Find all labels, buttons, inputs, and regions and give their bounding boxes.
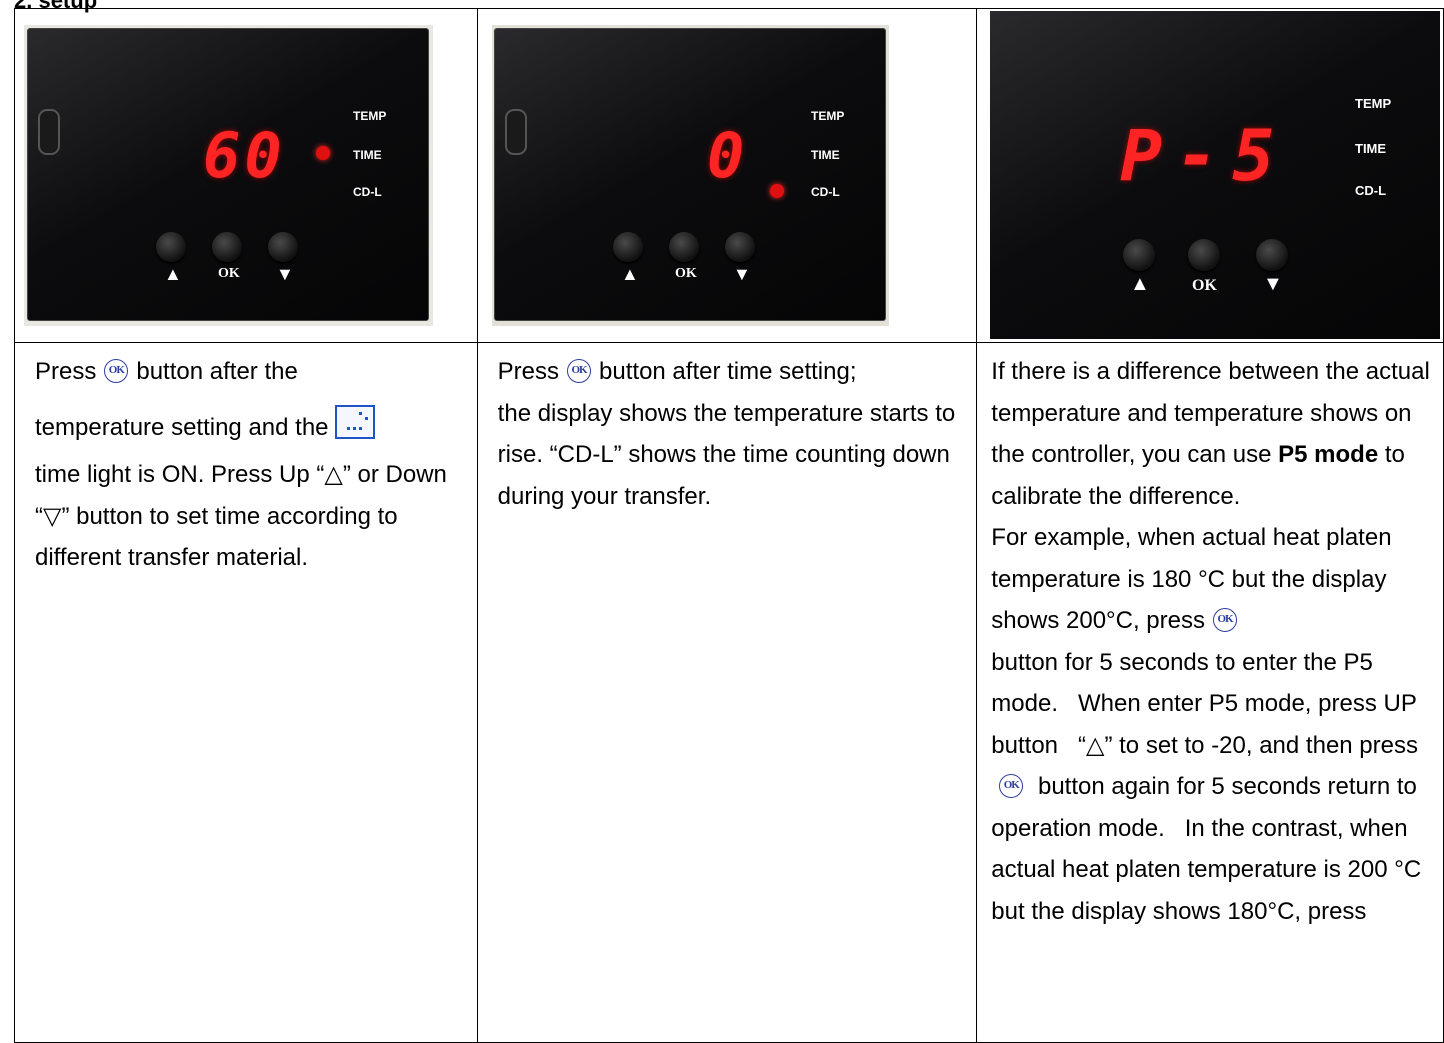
step-text-calibration: If there is a difference between the act… (991, 358, 1430, 925)
text-cell-1: Press OK button after the temperature sett… (14, 342, 478, 1043)
ok-button (669, 232, 699, 262)
up-arrow-icon: ▲ (621, 264, 639, 284)
label-temp: TEMP (353, 109, 387, 123)
indicator-led (316, 146, 330, 160)
down-arrow-icon: ▼ (1263, 273, 1283, 295)
up-button (1123, 239, 1155, 271)
ok-button-icon: OK (567, 359, 592, 383)
step-text-heating: Press OK button after time setting; the di… (497, 358, 956, 510)
mount-clip (38, 109, 60, 155)
label-time: TIME (353, 148, 382, 162)
label-time: TIME (1355, 141, 1387, 156)
control-panel: 0 TEMP TIME CD-L ▲ OK ▼ (494, 28, 886, 321)
controller-photo-2: 0 TEMP TIME CD-L ▲ OK ▼ (492, 25, 889, 326)
down-arrow-icon: ▼ (733, 264, 751, 284)
up-arrow-icon: ▲ (164, 264, 182, 284)
digit-display: P-5 (1120, 115, 1289, 197)
ok-label: OK (218, 266, 240, 281)
ok-label: OK (1192, 277, 1217, 294)
down-button (268, 232, 298, 262)
ok-button-icon: OK (104, 359, 129, 383)
control-panel: 60 TEMP TIME CD-L ▲ OK ▼ (27, 28, 429, 321)
up-button (156, 232, 186, 262)
up-button (613, 232, 643, 262)
text-cell-2: Press OK button after time setting; the di… (476, 342, 978, 1043)
controller-photo-1: 60 TEMP TIME CD-L ▲ OK ▼ (24, 25, 433, 326)
label-time: TIME (811, 148, 840, 162)
mount-clip (505, 109, 527, 155)
down-button (1256, 239, 1288, 271)
label-temp: TEMP (1355, 96, 1392, 111)
ok-button (212, 232, 242, 262)
ok-button (1188, 239, 1220, 271)
control-panel: P-5 TEMP TIME CD-L ▲ OK ▼ (990, 11, 1440, 339)
indicator-led (770, 184, 784, 198)
down-arrow-icon: ▼ (276, 264, 294, 284)
control-panel-icon (334, 405, 375, 439)
down-button (725, 232, 755, 262)
label-cdl: CD-L (353, 185, 382, 199)
digit-display: 60 (203, 119, 286, 192)
step-text-time-setting: Press OK button after the temperature sett… (35, 358, 447, 571)
label-cdl: CD-L (811, 185, 840, 199)
label-temp: TEMP (811, 109, 845, 123)
text-cell-3: If there is a difference between the act… (976, 342, 1444, 1043)
up-arrow-icon: ▲ (1130, 273, 1150, 295)
ok-button-icon: OK (999, 774, 1024, 798)
controller-photo-3: P-5 TEMP TIME CD-L ▲ OK ▼ (990, 11, 1440, 339)
label-cdl: CD-L (1355, 183, 1387, 198)
ok-button-icon: OK (1213, 608, 1237, 632)
digit-display: 0 (707, 119, 749, 192)
text-row: Press OK button after the temperature sett… (14, 342, 1444, 1043)
ok-label: OK (675, 266, 697, 281)
